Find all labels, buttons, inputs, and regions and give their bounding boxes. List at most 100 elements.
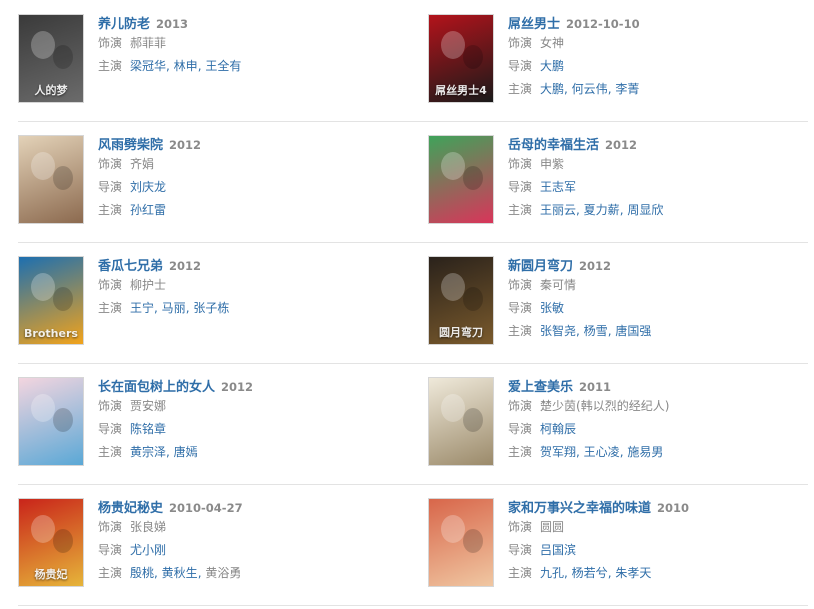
cast-member-link[interactable]: 王丽云 (540, 203, 576, 217)
drama-card: 风雨劈柴院 2012 饰演 齐娟 导演 刘庆龙 主演 孙红雷 (18, 135, 398, 245)
poster-figure (31, 273, 55, 301)
poster-thumbnail[interactable]: Brothers (18, 256, 84, 345)
cast-row: 主演 张智尧, 杨雪, 唐国强 (508, 320, 808, 343)
cast-member-link[interactable]: 唐嫣 (174, 445, 198, 459)
cast-member-link[interactable]: 施易男 (627, 445, 663, 459)
cast-member-link[interactable]: 杨雪 (584, 324, 608, 338)
cast-member-link[interactable]: 夏力薪 (584, 203, 620, 217)
director-link[interactable]: 陈铭章 (130, 422, 166, 436)
drama-title-link[interactable]: 家和万事兴之幸福的味道 (508, 501, 651, 516)
cast-separator: , (576, 203, 584, 217)
cast-separator: , (576, 445, 584, 459)
cast-member-link[interactable]: 大鹏 (540, 82, 564, 96)
drama-info: 家和万事兴之幸福的味道 2010 饰演 圆圆 导演 吕国滨 主演 九孔, 杨若兮, 朱孝天 (508, 498, 808, 585)
director-row: 导演 大鹏 (508, 55, 808, 78)
drama-title-link[interactable]: 岳母的幸福生活 (508, 138, 599, 153)
cast-label: 主演 (98, 59, 123, 73)
poster-figure (53, 529, 73, 553)
cast-member-link[interactable]: 何云伟 (572, 82, 608, 96)
release-year: 2011 (579, 380, 612, 394)
poster-thumbnail[interactable] (18, 135, 84, 224)
title-line: 新圆月弯刀 2012 (508, 256, 808, 274)
cast-member-link[interactable]: 九孔 (540, 566, 564, 580)
cast-member-link[interactable]: 林申 (174, 59, 198, 73)
director-link[interactable]: 柯翰辰 (540, 422, 576, 436)
cast-member-link[interactable]: 贺军翔 (540, 445, 576, 459)
poster-figure (53, 408, 73, 432)
director-label: 导演 (508, 422, 533, 436)
poster-figure (441, 394, 465, 422)
drama-title-link[interactable]: 香瓜七兄弟 (98, 259, 163, 274)
drama-title-link[interactable]: 长在面包树上的女人 (98, 380, 215, 395)
role-label: 饰演 (98, 399, 123, 413)
drama-title-link[interactable]: 风雨劈柴院 (98, 138, 163, 153)
poster-figure (463, 166, 483, 190)
director-link[interactable]: 张敏 (540, 301, 564, 315)
poster-thumbnail[interactable]: 杨贵妃 (18, 498, 84, 587)
director-link[interactable]: 尤小刚 (130, 543, 166, 557)
release-year: 2010 (657, 501, 690, 515)
poster-thumbnail[interactable] (428, 377, 494, 466)
release-year: 2012 (605, 138, 638, 152)
poster-figure (31, 152, 55, 180)
cast-member-link[interactable]: 马丽 (162, 301, 186, 315)
poster-thumbnail[interactable]: 圆月弯刀 (428, 256, 494, 345)
drama-card: 长在面包树上的女人 2012 饰演 贾安娜 导演 陈铭章 主演 黄宗泽, 唐嫣 (18, 377, 398, 487)
release-year: 2012 (579, 259, 612, 273)
role-row: 饰演 楚少茵(韩以烈的经纪人) (508, 395, 808, 418)
release-year: 2012 (169, 138, 202, 152)
role-label: 饰演 (98, 157, 123, 171)
director-label: 导演 (98, 422, 123, 436)
cast-member-link[interactable]: 李菁 (615, 82, 639, 96)
director-row: 导演 刘庆龙 (98, 176, 398, 199)
director-row: 导演 陈铭章 (98, 418, 398, 441)
drama-info: 新圆月弯刀 2012 饰演 秦可情 导演 张敏 主演 张智尧, 杨雪, 唐国强 (508, 256, 808, 343)
cast-label: 主演 (508, 82, 533, 96)
drama-title-link[interactable]: 养儿防老 (98, 17, 150, 32)
poster-figure (53, 287, 73, 311)
drama-title-link[interactable]: 爱上查美乐 (508, 380, 573, 395)
cast-member-link[interactable]: 王全有 (205, 59, 241, 73)
cast-member-link[interactable]: 王宁 (130, 301, 154, 315)
role-row: 饰演 贾安娜 (98, 395, 398, 418)
cast-member-link[interactable]: 王心凌 (584, 445, 620, 459)
row-divider (18, 484, 808, 485)
poster-thumbnail[interactable] (18, 377, 84, 466)
cast-member-link[interactable]: 孙红雷 (130, 203, 166, 217)
role-name: 圆圆 (540, 520, 565, 534)
cast-member-link[interactable]: 张智尧 (540, 324, 576, 338)
director-link[interactable]: 刘庆龙 (130, 180, 166, 194)
title-line: 屌丝男士 2012-10-10 (508, 14, 808, 32)
cast-member-link[interactable]: 张子栋 (193, 301, 229, 315)
poster-figure (441, 31, 465, 59)
cast-separator: , (154, 566, 162, 580)
drama-title-link[interactable]: 新圆月弯刀 (508, 259, 573, 274)
poster-figure (31, 515, 55, 543)
cast-member-link[interactable]: 唐国强 (615, 324, 651, 338)
director-link[interactable]: 吕国滨 (540, 543, 576, 557)
director-link[interactable]: 大鹏 (540, 59, 564, 73)
cast-separator: , (564, 82, 572, 96)
cast-member-link[interactable]: 梁冠华 (130, 59, 166, 73)
cast-member-link[interactable]: 黄秋生 (162, 566, 198, 580)
poster-thumbnail[interactable]: 人的梦 (18, 14, 84, 103)
cast-member-link[interactable]: 杨若兮 (572, 566, 608, 580)
cast-row: 主演 大鹏, 何云伟, 李菁 (508, 78, 808, 101)
cast-member-link[interactable]: 周显欣 (627, 203, 663, 217)
cast-member-link[interactable]: 殷桃 (130, 566, 154, 580)
director-link[interactable]: 王志军 (540, 180, 576, 194)
drama-title-link[interactable]: 屌丝男士 (508, 17, 560, 32)
cast-member-link[interactable]: 朱孝天 (615, 566, 651, 580)
filmography-grid: 人的梦 养儿防老 2013 饰演 郝菲菲 主演 梁冠华, 林申, 王全有 屌丝男士4 屌丝男士 2… (0, 0, 814, 609)
poster-thumbnail[interactable] (428, 135, 494, 224)
drama-card: 杨贵妃 杨贵妃秘史 2010-04-27 饰演 张良娣 导演 尤小刚 主演 殷桃, 黄秋生, 黄… (18, 498, 398, 608)
poster-caption: 杨贵妃 (34, 568, 68, 581)
cast-separator: , (564, 566, 572, 580)
title-line: 香瓜七兄弟 2012 (98, 256, 398, 274)
drama-title-link[interactable]: 杨贵妃秘史 (98, 501, 163, 516)
cast-member-link[interactable]: 黄宗泽 (130, 445, 166, 459)
poster-thumbnail[interactable]: 屌丝男士4 (428, 14, 494, 103)
drama-info: 长在面包树上的女人 2012 饰演 贾安娜 导演 陈铭章 主演 黄宗泽, 唐嫣 (98, 377, 398, 464)
role-name: 柳护士 (130, 278, 167, 292)
poster-thumbnail[interactable] (428, 498, 494, 587)
